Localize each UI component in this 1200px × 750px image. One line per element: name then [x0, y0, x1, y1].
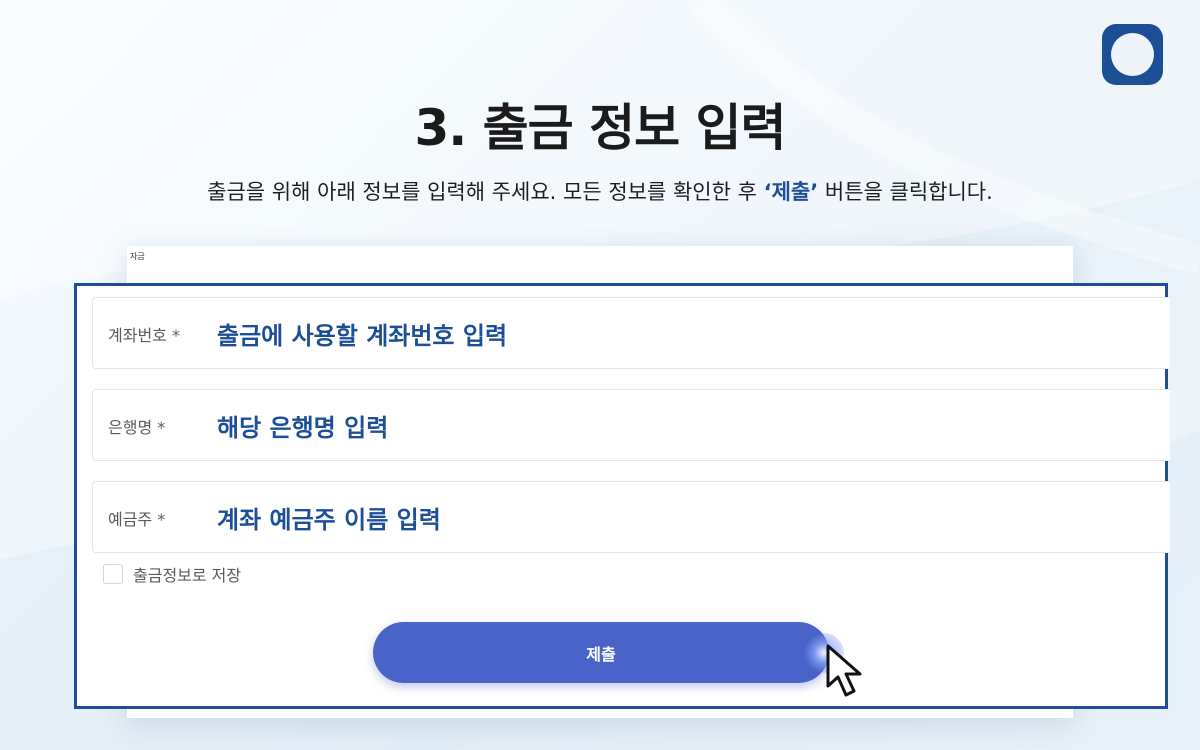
card-tiny-label: 자금 — [130, 252, 145, 261]
save-info-checkbox[interactable] — [103, 564, 123, 584]
save-info-option[interactable]: 출금정보로 저장 — [103, 562, 241, 586]
account-holder-label: 예금주 * — [108, 510, 166, 529]
withdrawal-form: 계좌번호 * 출금에 사용할 계좌번호 입력 은행명 * 해당 은행명 입력 예… — [74, 283, 1170, 709]
page-title: 3. 출금 정보 입력 — [414, 99, 786, 157]
submit-button[interactable]: 제출 — [373, 622, 829, 683]
subtitle-text: 출금을 위해 아래 정보를 입력해 주세요. 모든 정보를 확인한 후 — [207, 180, 764, 204]
account-number-input[interactable]: 출금에 사용할 계좌번호 입력 — [217, 316, 507, 351]
account-holder-input[interactable]: 계좌 예금주 이름 입력 — [217, 500, 441, 535]
subtitle-text-end: 버튼을 클릭합니다. — [818, 180, 993, 204]
save-info-label: 출금정보로 저장 — [133, 566, 242, 585]
bank-name-label: 은행명 * — [108, 418, 166, 437]
bank-name-input[interactable]: 해당 은행명 입력 — [217, 408, 388, 443]
page-subtitle: 출금을 위해 아래 정보를 입력해 주세요. 모든 정보를 확인한 후 ‘제출’… — [0, 176, 1200, 206]
account-number-field[interactable]: 계좌번호 * 출금에 사용할 계좌번호 입력 — [92, 297, 1170, 369]
subtitle-accent: ‘제출’ — [763, 180, 819, 204]
app-logo-icon — [1102, 24, 1163, 85]
bank-name-field[interactable]: 은행명 * 해당 은행명 입력 — [92, 389, 1170, 461]
account-holder-field[interactable]: 예금주 * 계좌 예금주 이름 입력 — [92, 481, 1170, 553]
account-number-label: 계좌번호 * — [108, 326, 180, 345]
mouse-cursor-icon — [826, 644, 862, 697]
